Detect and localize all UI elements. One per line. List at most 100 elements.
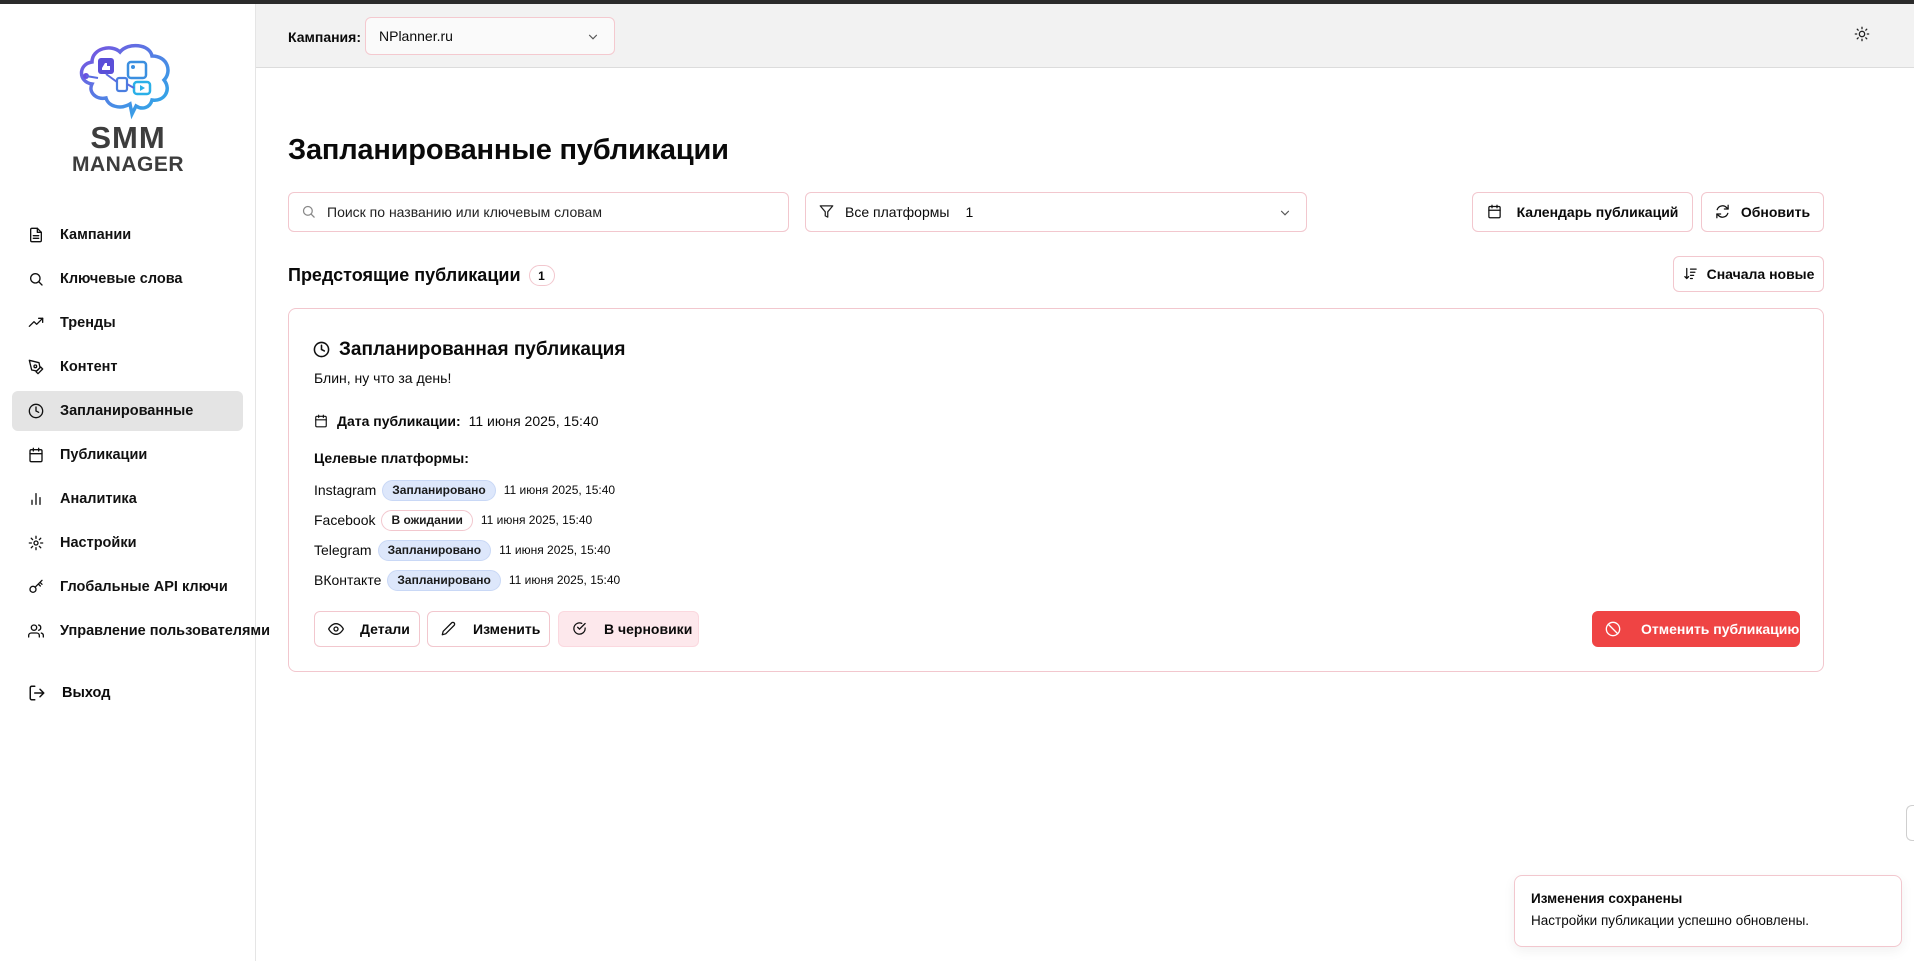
platform-name: Facebook xyxy=(314,512,376,528)
logo-line1: SMM xyxy=(90,120,166,155)
campaign-select-value: NPlanner.ru xyxy=(379,28,453,44)
details-button[interactable]: Детали xyxy=(314,611,420,647)
post-date-value: 11 июня 2025, 15:40 xyxy=(468,413,599,429)
status-badge: Запланировано xyxy=(382,479,496,501)
search-icon xyxy=(28,271,44,287)
logout-button[interactable]: Выход xyxy=(28,684,110,702)
app-logo[interactable]: SMM MANAGER xyxy=(72,42,184,175)
sidebar: SMM MANAGER Кампании Ключевые слова Трен… xyxy=(0,4,270,961)
platform-time: 11 июня 2025, 15:40 xyxy=(503,483,616,497)
sidebar-item-campaigns[interactable]: Кампании xyxy=(12,215,256,255)
status-badge: В ожидании xyxy=(381,509,473,531)
sidebar-item-label: Глобальные API ключи xyxy=(60,579,228,595)
refresh-button[interactable]: Обновить xyxy=(1701,192,1824,232)
platform-time: 11 июня 2025, 15:40 xyxy=(480,513,593,527)
post-date-label: Дата публикации: xyxy=(337,413,461,429)
sort-button[interactable]: Сначала новые xyxy=(1673,256,1824,292)
campaign-label: Кампания: xyxy=(288,29,361,45)
toast-title: Изменения сохранены xyxy=(1531,891,1683,906)
ban-icon xyxy=(1605,621,1621,637)
sidebar-item-scheduled[interactable]: Запланированные xyxy=(12,391,243,431)
sidebar-item-content[interactable]: Контент xyxy=(12,347,256,387)
top-header: Кампания: NPlanner.ru xyxy=(256,4,1914,68)
sidebar-item-label: Аналитика xyxy=(60,491,137,507)
sidebar-item-publications[interactable]: Публикации xyxy=(12,435,256,475)
bar-chart-icon xyxy=(28,491,44,507)
calendar-button[interactable]: Календарь публикаций xyxy=(1472,192,1693,232)
sidebar-item-label: Контент xyxy=(60,359,118,375)
post-text: Блин, ну что за день! xyxy=(314,370,452,386)
sidebar-item-label: Кампании xyxy=(60,227,132,243)
sidebar-item-label: Публикации xyxy=(60,447,148,463)
cancel-button-label: Отменить публикацию xyxy=(1641,621,1800,637)
sidebar-item-label: Запланированные xyxy=(60,403,194,419)
campaign-select[interactable]: NPlanner.ru xyxy=(365,17,615,55)
users-icon xyxy=(28,623,44,639)
logo-wordmark: SMM MANAGER xyxy=(72,122,184,175)
list-item: Instagram Запланировано 11 июня 2025, 15… xyxy=(314,475,620,505)
targets-label: Целевые платформы: xyxy=(314,450,469,466)
platform-list: Instagram Запланировано 11 июня 2025, 15… xyxy=(314,475,620,595)
gear-icon xyxy=(28,535,44,551)
toast-notification[interactable]: Изменения сохранены Настройки публикации… xyxy=(1514,875,1902,947)
scheduled-post-card: Запланированная публикация Блин, ну что … xyxy=(288,308,1824,672)
refresh-button-label: Обновить xyxy=(1740,204,1811,220)
details-button-label: Детали xyxy=(360,621,410,637)
count-badge: 1 xyxy=(528,265,555,286)
pen-tool-icon xyxy=(28,359,44,375)
sun-icon xyxy=(1854,26,1870,46)
search-box[interactable] xyxy=(288,192,789,232)
sidebar-item-users[interactable]: Управление пользователями xyxy=(12,611,270,651)
platform-name: ВКонтакте xyxy=(314,572,382,588)
sidebar-item-analytics[interactable]: Аналитика xyxy=(12,479,256,519)
refresh-icon xyxy=(1715,204,1731,220)
sidebar-item-label: Тренды xyxy=(60,315,116,331)
log-out-icon xyxy=(28,684,46,702)
filter-icon xyxy=(819,204,835,220)
theme-toggle-button[interactable] xyxy=(1854,26,1874,46)
logo-line2: MANAGER xyxy=(72,153,184,176)
sidebar-item-keywords[interactable]: Ключевые слова xyxy=(12,259,256,299)
check-circle-icon xyxy=(572,621,588,637)
sidebar-item-settings[interactable]: Настройки xyxy=(12,523,256,563)
side-panel-handle[interactable] xyxy=(1906,805,1914,841)
eye-icon xyxy=(328,621,344,637)
page-title: Запланированные публикации xyxy=(288,134,729,166)
status-badge: Запланировано xyxy=(377,539,492,561)
platform-filter-value: Все платформы xyxy=(845,204,950,220)
toast-description: Настройки публикации успешно обновлены. xyxy=(1531,913,1810,928)
section-heading: Предстоящие публикации 1 xyxy=(288,265,555,286)
edit-button[interactable]: Изменить xyxy=(427,611,550,647)
chevron-down-icon xyxy=(586,30,600,47)
sidebar-item-label: Ключевые слова xyxy=(60,271,183,287)
platform-name: Instagram xyxy=(314,482,377,498)
clock-icon xyxy=(28,403,44,419)
cancel-publication-button[interactable]: Отменить публикацию xyxy=(1592,611,1800,647)
calendar-icon xyxy=(28,447,44,463)
platform-name: Telegram xyxy=(314,542,372,558)
calendar-icon xyxy=(314,414,329,429)
sidebar-nav: Кампании Ключевые слова Тренды Контент З… xyxy=(12,215,270,655)
move-to-drafts-button[interactable]: В черновики xyxy=(558,611,699,647)
section-title: Предстоящие публикации xyxy=(288,265,521,285)
clock-icon xyxy=(313,341,331,359)
trending-up-icon xyxy=(28,315,44,331)
platform-filter-count: 1 xyxy=(965,204,974,220)
list-item: Facebook В ожидании 11 июня 2025, 15:40 xyxy=(314,505,620,535)
sidebar-item-label: Управление пользователями xyxy=(60,623,271,639)
sidebar-item-api-keys[interactable]: Глобальные API ключи xyxy=(12,567,256,607)
list-item: Telegram Запланировано 11 июня 2025, 15:… xyxy=(314,535,620,565)
platform-time: 11 июня 2025, 15:40 xyxy=(499,543,611,557)
key-icon xyxy=(28,579,44,595)
sort-button-label: Сначала новые xyxy=(1706,266,1815,282)
post-date: Дата публикации: 11 июня 2025, 15:40 xyxy=(314,413,599,429)
logout-label: Выход xyxy=(62,685,111,701)
search-input[interactable] xyxy=(327,204,767,220)
platform-time: 11 июня 2025, 15:40 xyxy=(508,573,621,587)
platform-filter-select[interactable]: Все платформы 1 xyxy=(805,192,1307,232)
sidebar-item-trends[interactable]: Тренды xyxy=(12,303,256,343)
search-icon xyxy=(301,204,317,220)
post-title: Запланированная публикация xyxy=(313,339,625,361)
drafts-button-label: В черновики xyxy=(604,621,693,637)
sidebar-item-label: Настройки xyxy=(60,535,137,551)
